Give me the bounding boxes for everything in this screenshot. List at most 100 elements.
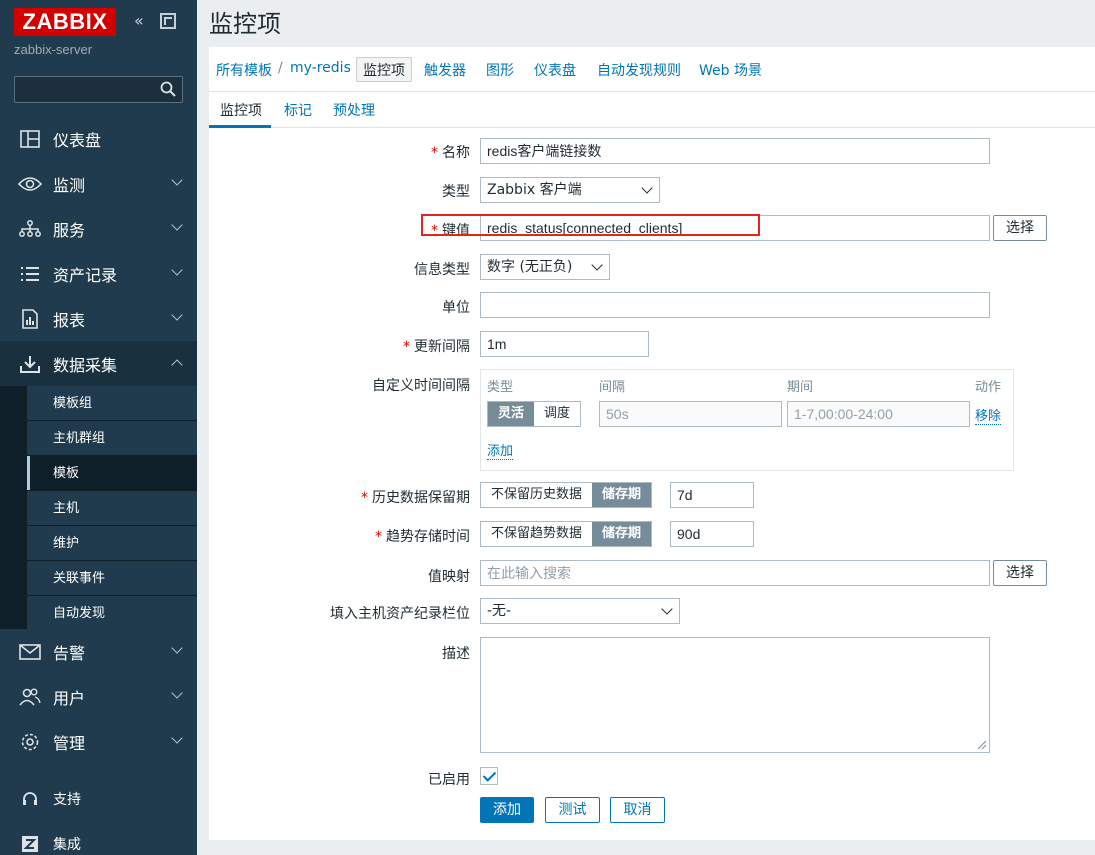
enabled-checkbox[interactable] (480, 767, 498, 785)
kiosk-mode-icon[interactable] (160, 13, 176, 29)
description-label: 描述 (442, 646, 470, 662)
custom-head-type: 类型 (487, 380, 514, 395)
headset-icon (16, 791, 44, 807)
data-collection-submenu: 模板组 主机群组 模板 主机 维护 关联事件 自动发现 (0, 386, 197, 630)
nav-users[interactable]: 用户 (0, 674, 197, 719)
nav-label: 管理 (53, 735, 86, 753)
nav-label: 资产记录 (53, 267, 118, 285)
custom-period-input[interactable]: 1-7,00:00-24:00 (787, 401, 970, 427)
history-off-option[interactable]: 不保留历史数据 (481, 483, 593, 507)
description-textarea[interactable] (480, 637, 990, 753)
type-select[interactable]: Zabbix 客户端 (480, 177, 660, 203)
info-type-label: 信息类型 (414, 262, 470, 278)
add-interval-link[interactable]: 添加 (487, 440, 514, 460)
custom-interval-input[interactable]: 50s (599, 401, 782, 427)
zabbix-z-icon (16, 836, 44, 852)
history-input[interactable]: 7d (670, 482, 754, 508)
custom-type-toggle: 灵活 调度 (487, 401, 582, 427)
services-icon (16, 219, 44, 239)
search-icon[interactable] (160, 81, 176, 97)
nav-alerts[interactable]: 告警 (0, 629, 197, 674)
nav-label: 仪表盘 (53, 132, 102, 150)
users-icon (16, 687, 44, 707)
nav-label: 集成 (53, 837, 81, 853)
nav-label: 报表 (53, 312, 86, 330)
eye-icon (16, 174, 44, 194)
list-icon (16, 264, 44, 284)
flexible-option[interactable]: 灵活 (488, 402, 535, 426)
add-button[interactable]: 添加 (480, 797, 534, 823)
custom-head-action: 动作 (975, 380, 1002, 395)
dashboard-icon (16, 129, 44, 149)
key-highlight-box (421, 214, 760, 236)
nav-label: 用户 (53, 690, 86, 708)
sub-item-maintenance[interactable]: 维护 (27, 526, 197, 560)
required-mark: * (431, 145, 438, 161)
nav-integrations[interactable]: 集成 (0, 824, 197, 855)
nav-administration[interactable]: 管理 (0, 719, 197, 764)
sub-item-templates[interactable]: 模板 (27, 456, 197, 490)
chevron-down-icon (641, 182, 653, 194)
value-mapping-select-button[interactable]: 选择 (993, 560, 1047, 586)
resize-handle-icon[interactable] (976, 739, 986, 749)
nav-monitoring[interactable]: 监测 (0, 161, 197, 206)
info-type-select[interactable]: 数字 (无正负) (480, 254, 610, 280)
units-label: 单位 (442, 300, 470, 316)
chevron-down-icon (661, 603, 673, 615)
zabbix-logo[interactable]: ZABBIX (14, 8, 116, 36)
test-button[interactable]: 测试 (545, 797, 600, 823)
key-select-button[interactable]: 选择 (993, 215, 1047, 241)
nav-dashboards[interactable]: 仪表盘 (0, 116, 197, 161)
report-icon (16, 308, 44, 329)
required-mark: * (375, 529, 382, 545)
required-mark: * (361, 490, 368, 506)
type-label: 类型 (442, 184, 470, 200)
sub-item-host-groups[interactable]: 主机群组 (27, 421, 197, 455)
chevron-down-icon (171, 309, 183, 321)
sub-item-template-groups[interactable]: 模板组 (27, 386, 197, 420)
sub-item-discovery[interactable]: 自动发现 (27, 596, 197, 630)
nav-reports[interactable]: 报表 (0, 296, 197, 341)
nav-label: 数据采集 (53, 357, 118, 375)
sub-item-event-correlation[interactable]: 关联事件 (27, 561, 197, 595)
gear-icon (16, 732, 44, 752)
history-toggle: 不保留历史数据 储存期 (480, 482, 653, 508)
inventory-field-select[interactable]: -无- (480, 598, 680, 624)
value-mapping-label: 值映射 (428, 569, 470, 585)
name-label: 名称 (442, 145, 470, 161)
server-name: zabbix-server (14, 42, 93, 57)
enabled-label: 已启用 (428, 772, 470, 788)
history-on-option[interactable]: 储存期 (592, 483, 652, 507)
inventory-field-label: 填入主机资产纪录栏位 (330, 606, 470, 622)
trends-off-option[interactable]: 不保留趋势数据 (481, 522, 593, 546)
info-type-value: 数字 (无正负) (487, 259, 573, 275)
trends-on-option[interactable]: 储存期 (592, 522, 652, 546)
sub-item-hosts[interactable]: 主机 (27, 491, 197, 525)
chevron-down-icon (171, 732, 183, 744)
nav-label: 服务 (53, 222, 86, 240)
trends-input[interactable]: 90d (670, 521, 754, 547)
trends-label: 趋势存储时间 (386, 529, 470, 545)
cancel-button[interactable]: 取消 (610, 797, 665, 823)
nav-services[interactable]: 服务 (0, 206, 197, 251)
nav-label: 监测 (53, 177, 86, 195)
scheduling-option[interactable]: 调度 (534, 402, 581, 426)
update-interval-input[interactable]: 1m (480, 331, 649, 357)
sidebar-search-input[interactable] (14, 76, 183, 103)
history-label: 历史数据保留期 (372, 490, 470, 506)
nav-support[interactable]: 支持 (0, 779, 197, 819)
nav-data-collection[interactable]: 数据采集 (0, 341, 197, 386)
nav-label: 支持 (53, 792, 81, 808)
custom-head-interval: 间隔 (599, 380, 626, 395)
units-input[interactable] (480, 292, 990, 318)
custom-head-period: 期间 (787, 380, 814, 395)
collapse-sidebar-icon[interactable]: « (134, 12, 152, 30)
chevron-up-icon (171, 359, 183, 371)
nav-inventory[interactable]: 资产记录 (0, 251, 197, 296)
name-input[interactable]: redis客户端链接数 (480, 138, 990, 164)
remove-interval-link[interactable]: 移除 (975, 405, 1002, 425)
chevron-down-icon (171, 264, 183, 276)
trends-toggle: 不保留趋势数据 储存期 (480, 521, 653, 547)
value-mapping-input[interactable]: 在此输入搜索 (480, 560, 990, 586)
download-icon (16, 354, 44, 374)
